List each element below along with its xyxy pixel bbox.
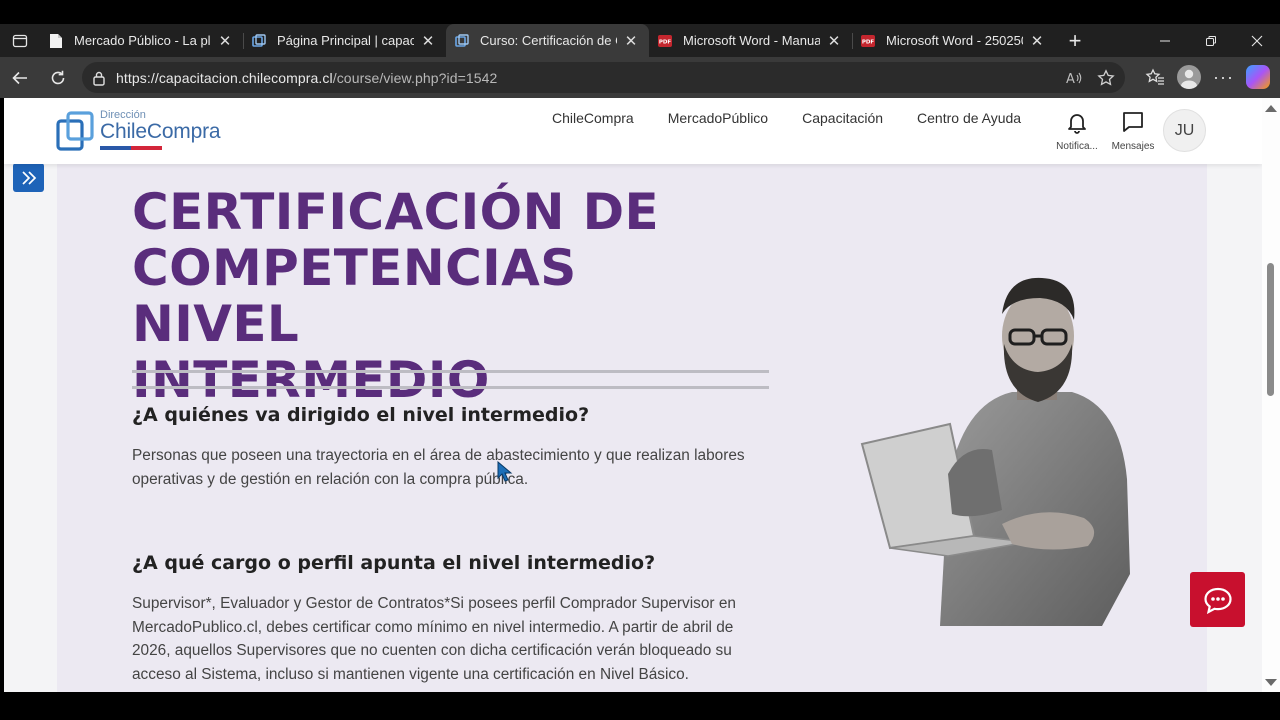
- message-bubble-icon: [1123, 112, 1143, 132]
- tab-word-manual[interactable]: PDF Microsoft Word - Manual Portal ✕: [649, 24, 852, 57]
- course-title-line: COMPETENCIAS NIVEL: [132, 239, 577, 353]
- favorite-star-icon[interactable]: [1097, 68, 1115, 87]
- pdf-icon: PDF: [860, 33, 876, 49]
- man-with-laptop-image: [860, 277, 1130, 626]
- new-tab-button[interactable]: +: [1055, 24, 1095, 57]
- more-menu-icon[interactable]: ···: [1213, 67, 1234, 88]
- pdf-icon: PDF: [657, 33, 673, 49]
- divider: [132, 386, 769, 389]
- bell-icon: [1068, 114, 1086, 134]
- address-bar[interactable]: https://capacitacion.chilecompra.cl/cour…: [82, 62, 1125, 93]
- site-header: Dirección ChileCompra ChileCompra Mercad…: [4, 98, 1262, 164]
- window-controls: [1142, 24, 1280, 57]
- reload-icon: [51, 70, 65, 84]
- site-icon: [251, 33, 267, 49]
- course-title: CERTIFICACIÓN DE COMPETENCIAS NIVEL INTE…: [132, 184, 752, 408]
- double-chevron-right-icon: [21, 170, 36, 185]
- tab-title: Página Principal | capacitación: [277, 33, 414, 48]
- scroll-up-arrow-icon[interactable]: [1265, 105, 1277, 112]
- restore-icon: [1206, 35, 1216, 46]
- tab-title: Mercado Público - La plataforma: [74, 33, 211, 48]
- browser-toolbar: https://capacitacion.chilecompra.cl/cour…: [0, 57, 1280, 98]
- page-scrollbar[interactable]: [1262, 98, 1280, 692]
- scrollbar-thumb[interactable]: [1267, 263, 1274, 396]
- nav-centro-de-ayuda[interactable]: Centro de Ayuda: [917, 110, 1021, 126]
- close-icon: [1251, 35, 1263, 46]
- url-host: https://capacitacion.chilecompra.cl: [116, 69, 333, 86]
- user-avatar[interactable]: JU: [1163, 109, 1206, 152]
- tab-title: Microsoft Word - 25025062: [886, 33, 1023, 48]
- restore-button[interactable]: [1188, 24, 1234, 57]
- tab-curso-certificacion[interactable]: Curso: Certificación de Competencias ✕: [446, 24, 649, 57]
- question-heading-1: ¿A quiénes va dirigido el nivel intermed…: [132, 404, 590, 426]
- main-nav: ChileCompra MercadoPúblico Capacitación …: [552, 110, 1055, 126]
- mouse-cursor-icon: [497, 461, 513, 482]
- svg-text:PDF: PDF: [862, 39, 875, 45]
- tab-pagina-principal[interactable]: Página Principal | capacitación ✕: [243, 24, 446, 57]
- chat-support-button[interactable]: [1190, 572, 1245, 627]
- plus-icon: +: [1068, 27, 1082, 53]
- arrow-left-icon: [12, 71, 27, 84]
- tab-word-2502[interactable]: PDF Microsoft Word - 25025062 ✕: [852, 24, 1055, 57]
- messages-label: Mensajes: [1111, 141, 1155, 152]
- chat-bubble-icon: [1203, 587, 1232, 614]
- svg-text:A: A: [1066, 72, 1075, 86]
- toolbar-actions: ···: [1145, 61, 1270, 93]
- reload-button[interactable]: [40, 62, 76, 94]
- screen-bottom-bar: [0, 692, 1280, 720]
- logo-title: ChileCompra: [100, 120, 221, 143]
- page-viewport: Dirección ChileCompra ChileCompra Mercad…: [4, 98, 1262, 692]
- divider: [132, 370, 769, 373]
- favorites-icon[interactable]: [1145, 67, 1165, 87]
- minimize-button[interactable]: [1142, 24, 1188, 57]
- logo-mark-icon: [56, 111, 94, 151]
- read-aloud-icon[interactable]: A: [1065, 70, 1083, 86]
- close-window-button[interactable]: [1234, 24, 1280, 57]
- chilecompra-logo[interactable]: Dirección ChileCompra: [56, 109, 226, 155]
- notifications-label: Notifica...: [1056, 141, 1098, 152]
- course-index-toggle[interactable]: [13, 163, 44, 192]
- course-summary: CERTIFICACIÓN DE COMPETENCIAS NIVEL INTE…: [57, 164, 1207, 692]
- tab-mercado-publico[interactable]: Mercado Público - La plataforma ✕: [40, 24, 243, 57]
- course-title-line: CERTIFICACIÓN DE: [132, 183, 660, 241]
- answer-paragraph-2: Supervisor*, Evaluador y Gestor de Contr…: [132, 595, 736, 683]
- back-button[interactable]: [2, 62, 38, 94]
- tab-title: Curso: Certificación de Competencias: [480, 33, 617, 48]
- tab-strip: Mercado Público - La plataforma ✕ Página…: [0, 24, 1280, 57]
- minimize-icon: [1160, 40, 1170, 41]
- close-icon[interactable]: ✕: [217, 32, 233, 50]
- course-title-line: INTERMEDIO: [132, 351, 490, 409]
- close-icon[interactable]: ✕: [420, 32, 436, 50]
- omnibox-actions: A: [1065, 68, 1125, 87]
- url-text[interactable]: https://capacitacion.chilecompra.cl/cour…: [116, 70, 497, 86]
- close-icon[interactable]: ✕: [1029, 32, 1045, 50]
- url-path: /course/view.php?id=1542: [332, 69, 498, 86]
- answer-paragraph-1: Personas que poseen una trayectoria en e…: [132, 447, 745, 488]
- lock-icon[interactable]: [92, 70, 106, 86]
- workspaces-icon: [12, 34, 28, 47]
- copilot-icon[interactable]: [1246, 65, 1270, 89]
- workspaces-button[interactable]: [0, 24, 40, 57]
- svg-text:PDF: PDF: [659, 39, 672, 45]
- nav-mercadopublico[interactable]: MercadoPúblico: [668, 110, 768, 126]
- tab-title: Microsoft Word - Manual Portal: [683, 33, 820, 48]
- logo-flag-bar: [100, 146, 162, 150]
- screen: Mercado Público - La plataforma ✕ Página…: [0, 0, 1280, 720]
- nav-capacitacion[interactable]: Capacitación: [802, 110, 883, 126]
- document-icon: [48, 33, 64, 49]
- question-heading-2: ¿A qué cargo o perfil apunta el nivel in…: [132, 552, 656, 574]
- notifications-button[interactable]: Notifica...: [1047, 110, 1107, 152]
- profile-avatar-icon[interactable]: [1177, 65, 1202, 89]
- scroll-down-arrow-icon[interactable]: [1265, 679, 1277, 686]
- site-icon: [454, 33, 470, 49]
- nav-chilecompra[interactable]: ChileCompra: [552, 110, 634, 126]
- close-icon[interactable]: ✕: [826, 32, 842, 50]
- close-icon[interactable]: ✕: [623, 32, 639, 50]
- messages-button[interactable]: Mensajes: [1103, 110, 1163, 152]
